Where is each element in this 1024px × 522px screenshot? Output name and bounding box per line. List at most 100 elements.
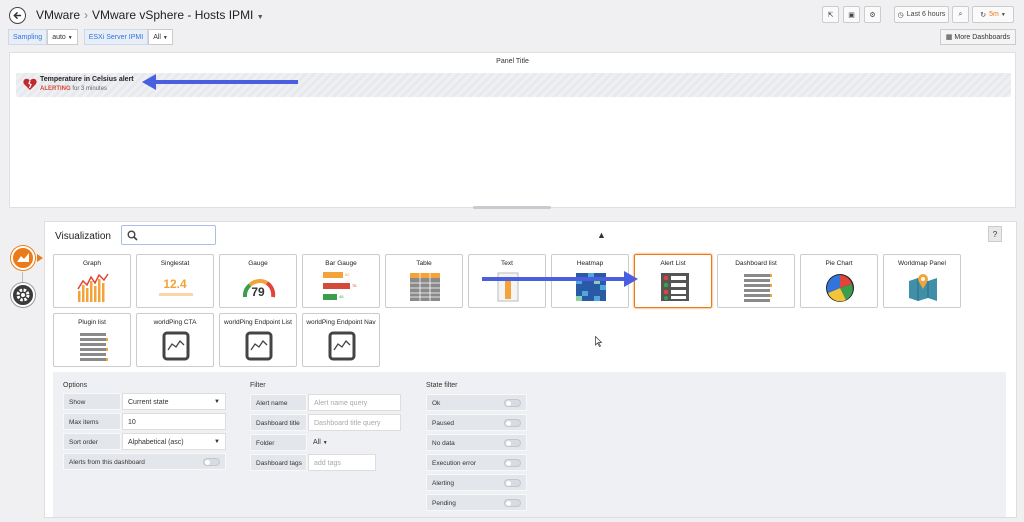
worldmap-icon bbox=[909, 274, 937, 301]
bar-gauge-value: 62 bbox=[345, 272, 350, 277]
save-button[interactable]: ▣ bbox=[843, 6, 860, 23]
viz-tile-dashboard-list[interactable]: Dashboard list bbox=[717, 254, 795, 308]
sort-order-value: Alphabetical (asc) bbox=[128, 439, 184, 446]
mouse-cursor-icon bbox=[595, 336, 603, 347]
singlestat-icon: 12.4 bbox=[137, 277, 213, 291]
viz-tile-worldping-cta[interactable]: worldPing CTA bbox=[136, 313, 214, 367]
visualization-search-input[interactable] bbox=[121, 225, 216, 245]
alert-name[interactable]: Temperature in Celsius alert bbox=[40, 76, 134, 83]
side-tab-connector bbox=[22, 272, 23, 282]
variables-bar: Sampling auto ▼ ESXi Server IPMI All ▼ bbox=[8, 29, 179, 45]
back-button[interactable] bbox=[9, 7, 26, 24]
viz-tile-pie-chart[interactable]: Pie Chart bbox=[800, 254, 878, 308]
dashboard-list-icon bbox=[744, 274, 772, 302]
tile-label: Gauge bbox=[248, 260, 268, 267]
share-button[interactable]: ⇱ bbox=[822, 6, 839, 23]
viz-tile-alert-list[interactable]: Alert List bbox=[634, 254, 712, 308]
singlestat-sparkline bbox=[159, 293, 193, 296]
variable-select-sampling[interactable]: auto ▼ bbox=[47, 29, 78, 45]
state-label: Alerting bbox=[432, 480, 455, 487]
zoom-out-button[interactable]: ⌕ bbox=[952, 6, 969, 23]
dashboard-title[interactable]: VMware vSphere - Hosts IPMI bbox=[92, 8, 253, 22]
alert-list-icon bbox=[661, 273, 689, 301]
tile-label: Plugin list bbox=[78, 319, 106, 326]
collapse-chevron-icon[interactable]: ▲ bbox=[597, 230, 606, 240]
max-items-input[interactable]: 10 bbox=[122, 413, 226, 430]
viz-tile-worldmap[interactable]: Worldmap Panel bbox=[883, 254, 961, 308]
show-select[interactable]: Current state ▼ bbox=[122, 393, 226, 410]
tile-label: Worldmap Panel bbox=[898, 260, 946, 267]
sort-order-select[interactable]: Alphabetical (asc) ▼ bbox=[122, 433, 226, 450]
more-dashboards-button[interactable]: ▦ More Dashboards bbox=[939, 29, 1016, 45]
alert-name-label: Alert name bbox=[250, 394, 307, 411]
breadcrumb-root[interactable]: VMware bbox=[36, 8, 80, 22]
dashboard-tags-input[interactable]: add tags bbox=[308, 454, 376, 471]
state-filter-pending-toggle[interactable] bbox=[504, 499, 521, 507]
alert-state: ALERTING bbox=[40, 86, 71, 92]
viz-tile-plugin-list[interactable]: Plugin list bbox=[53, 313, 131, 367]
gear-icon bbox=[16, 288, 30, 302]
caret-down-icon: ▼ bbox=[162, 35, 168, 41]
alert-name-input[interactable]: Alert name query bbox=[308, 394, 401, 411]
viz-tile-worldping-endpoint-list[interactable]: worldPing Endpoint List bbox=[219, 313, 297, 367]
worldping-icon bbox=[245, 331, 273, 361]
time-picker-button[interactable]: ◷ Last 6 hours bbox=[894, 6, 949, 23]
dashboard-title-input[interactable]: Dashboard title query bbox=[308, 414, 401, 431]
tile-label: worldPing CTA bbox=[153, 319, 197, 326]
state-label: Ok bbox=[432, 400, 441, 407]
bar-gauge-bar bbox=[323, 272, 343, 278]
tile-label: Table bbox=[416, 260, 432, 267]
state-label: Execution error bbox=[432, 460, 477, 467]
variable-select-esxi-server[interactable]: All ▼ bbox=[148, 29, 173, 45]
help-button[interactable]: ? bbox=[988, 226, 1002, 242]
panel-editor: Visualization ▲ ? Graph Singlestat 12.4 … bbox=[44, 221, 1017, 518]
breadcrumb-separator: › bbox=[84, 8, 89, 22]
bar-gauge-value: 76 bbox=[352, 283, 357, 288]
settings-button[interactable]: ⚙ bbox=[864, 6, 881, 23]
state-label: Pending bbox=[432, 500, 456, 507]
variable-label-esxi-server: ESXi Server IPMI bbox=[83, 29, 149, 45]
bar-gauge-icon: 62 76 45 bbox=[323, 272, 373, 302]
save-icon: ▣ bbox=[848, 11, 855, 19]
panel-title[interactable]: Panel Title bbox=[10, 58, 1015, 65]
search-icon: ⌕ bbox=[958, 10, 963, 18]
viz-tile-gauge[interactable]: Gauge 79 bbox=[219, 254, 297, 308]
viz-tile-worldping-endpoint-nav[interactable]: worldPing Endpoint Nav bbox=[302, 313, 380, 367]
alert-state-line: ALERTING for 3 minutes bbox=[40, 86, 107, 92]
folder-label: Folder bbox=[250, 434, 307, 451]
state-filter-section-title: State filter bbox=[426, 382, 458, 389]
tile-label: worldPing Endpoint Nav bbox=[306, 319, 376, 326]
refresh-button[interactable]: ↻ 5m ▼ bbox=[972, 6, 1014, 23]
state-filter-execution-error-toggle[interactable] bbox=[504, 459, 521, 467]
panel-resize-handle[interactable] bbox=[473, 206, 551, 209]
state-filter-paused-toggle[interactable] bbox=[504, 419, 521, 427]
chart-icon bbox=[17, 253, 29, 262]
caret-down-icon: ▼ bbox=[1000, 11, 1006, 18]
search-icon bbox=[127, 230, 138, 241]
alerts-from-dashboard-toggle[interactable] bbox=[203, 458, 220, 466]
viz-tile-singlestat[interactable]: Singlestat 12.4 bbox=[136, 254, 214, 308]
general-tab-button[interactable] bbox=[11, 283, 35, 307]
table-icon bbox=[410, 273, 440, 301]
active-tab-pointer bbox=[37, 254, 43, 262]
bar-gauge-bar bbox=[323, 294, 337, 300]
folder-select[interactable]: All ▼ bbox=[308, 434, 332, 451]
tile-label: Heatmap bbox=[576, 260, 604, 267]
viz-tile-bar-gauge[interactable]: Bar Gauge 62 76 45 bbox=[302, 254, 380, 308]
tile-label: Pie Chart bbox=[825, 260, 853, 267]
visualization-tab-button[interactable] bbox=[11, 246, 35, 270]
state-filter-ok-toggle[interactable] bbox=[504, 399, 521, 407]
caret-down-icon: ▼ bbox=[214, 439, 220, 445]
state-label: Paused bbox=[432, 420, 455, 427]
caret-down-icon: ▼ bbox=[214, 399, 220, 405]
viz-tile-table[interactable]: Table bbox=[385, 254, 463, 308]
gear-icon: ⚙ bbox=[869, 11, 876, 19]
variable-value: All bbox=[153, 34, 161, 41]
show-value: Current state bbox=[128, 399, 169, 406]
state-filter-no-data-toggle[interactable] bbox=[504, 439, 521, 447]
caret-down-icon[interactable]: ▼ bbox=[257, 14, 264, 21]
state-filter-alerting-toggle[interactable] bbox=[504, 479, 521, 487]
refresh-interval: 5m bbox=[989, 11, 999, 18]
breadcrumb[interactable]: VMware › VMware vSphere - Hosts IPMI ▼ bbox=[36, 8, 264, 22]
viz-tile-graph[interactable]: Graph bbox=[53, 254, 131, 308]
